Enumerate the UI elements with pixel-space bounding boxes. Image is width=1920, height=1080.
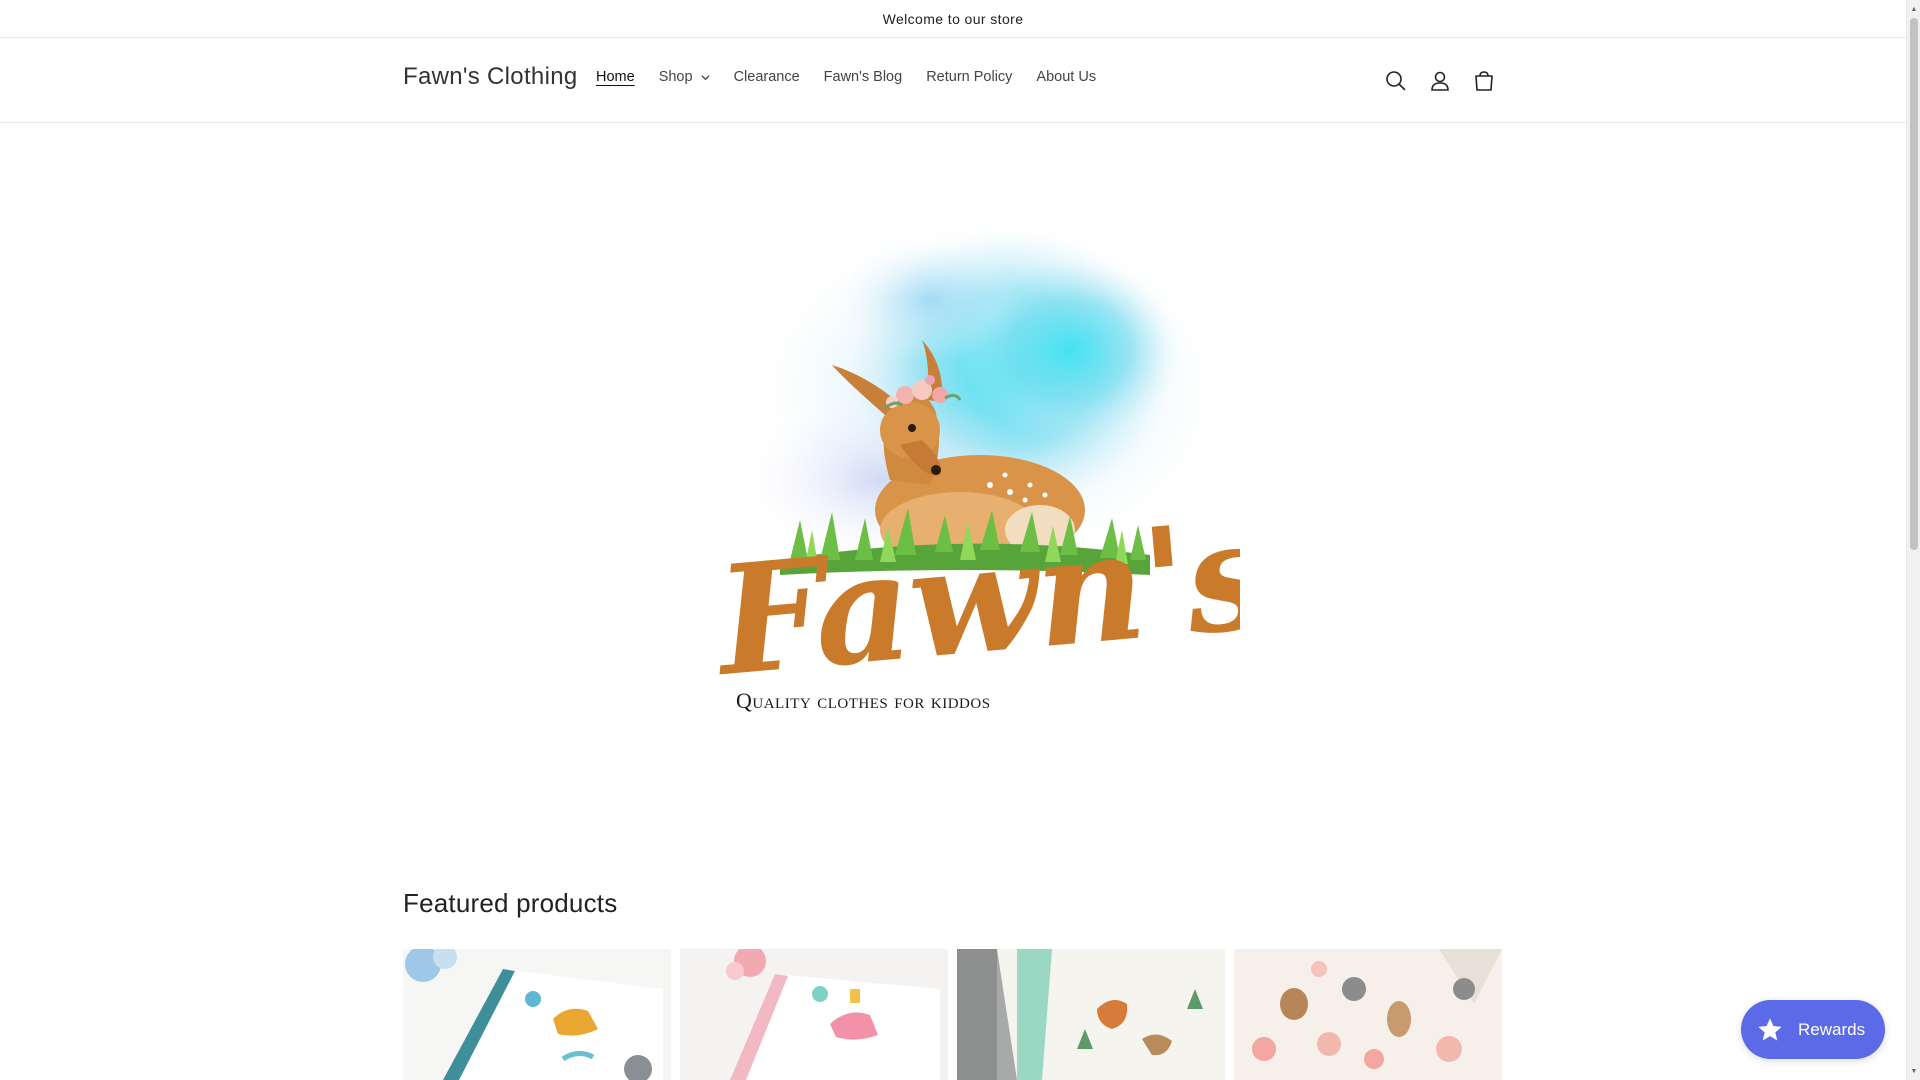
product-card[interactable]: [403, 949, 671, 1080]
store-logo-link[interactable]: Fawn's Clothing: [403, 63, 578, 91]
product-image: [403, 949, 671, 1080]
nav-about-us[interactable]: About Us: [1036, 69, 1096, 85]
cart-button[interactable]: [1469, 66, 1499, 96]
product-image: [1234, 949, 1502, 1080]
header-icons: [1381, 66, 1513, 96]
hero-logo-image: Fawn's Quality clothes for kiddos: [707, 220, 1276, 713]
announcement-bar: Welcome to our store: [0, 0, 1906, 38]
rewards-launcher-button[interactable]: Rewards: [1741, 1000, 1885, 1059]
announcement-text: Welcome to our store: [882, 10, 1024, 27]
search-icon: [1386, 71, 1406, 91]
account-icon: [1431, 71, 1449, 91]
scrollbar-thumb[interactable]: [1910, 18, 1918, 550]
rewards-label: Rewards: [1798, 1019, 1866, 1039]
nav-about-us-label: About Us: [1036, 69, 1097, 85]
product-card[interactable]: [957, 949, 1225, 1080]
hero-tagline: Quality clothes for kiddos: [736, 688, 991, 713]
cart-icon: [1475, 71, 1493, 91]
page-scrollbar[interactable]: ▲ ▼: [1906, 0, 1920, 1080]
account-button[interactable]: [1425, 66, 1455, 96]
nav-shop[interactable]: Shop: [659, 69, 710, 85]
scroll-down-arrow-icon[interactable]: ▼: [1909, 1064, 1919, 1078]
nav-blog[interactable]: Fawn's Blog: [824, 69, 903, 85]
chevron-down-icon: [700, 74, 710, 80]
nav-return-policy[interactable]: Return Policy: [926, 69, 1012, 85]
featured-products-grid: [403, 949, 1511, 1080]
nav-clearance[interactable]: Clearance: [734, 69, 800, 85]
featured-products-heading: Featured products: [403, 888, 618, 918]
site-header: Fawn's Clothing Home Shop Clearance Fawn…: [0, 39, 1906, 123]
nav-return-policy-label: Return Policy: [926, 69, 1013, 85]
hero-banner: Fawn's Quality clothes for kiddos: [660, 220, 1276, 750]
nav-blog-label: Fawn's Blog: [823, 69, 903, 85]
nav-home[interactable]: Home: [596, 69, 635, 85]
product-image: [680, 949, 948, 1080]
product-card[interactable]: [680, 949, 948, 1080]
product-card[interactable]: [1234, 949, 1502, 1080]
star-icon: [1758, 1017, 1782, 1040]
main-nav: Home Shop Clearance Fawn's Blog Return P…: [596, 69, 1120, 85]
nav-shop-label: Shop: [658, 69, 693, 85]
product-image: [957, 949, 1225, 1080]
nav-clearance-label: Clearance: [733, 69, 800, 85]
search-button[interactable]: [1381, 66, 1411, 96]
scroll-up-arrow-icon[interactable]: ▲: [1909, 2, 1919, 16]
nav-home-label: Home: [596, 69, 635, 85]
